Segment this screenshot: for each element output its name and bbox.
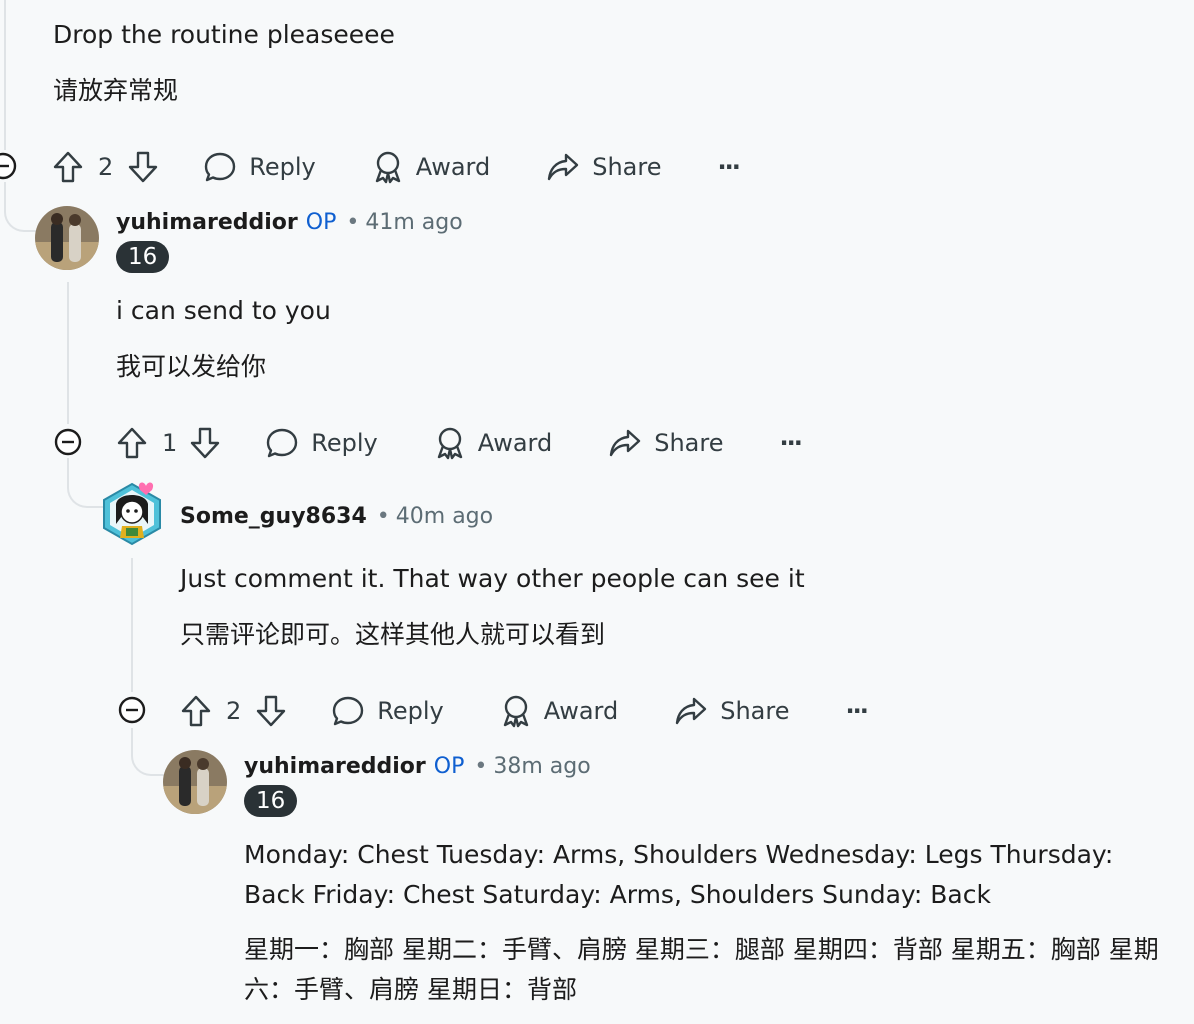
share-label: Share	[720, 697, 790, 725]
collapse-thread-icon[interactable]	[117, 695, 147, 725]
op-badge: OP	[433, 753, 465, 779]
upvote-icon	[53, 151, 83, 183]
share-icon	[548, 153, 579, 181]
award-button[interactable]: Award	[500, 694, 618, 728]
comment-translation-text: 我可以发给你	[116, 352, 267, 381]
reply-button[interactable]: Reply	[265, 426, 378, 460]
thread-line-level-2	[131, 558, 133, 692]
comment-translation-text: 星期一：胸部 星期二：手臂、肩膀 星期三：腿部 星期四：背部 星期五：胸部 星期…	[244, 935, 1159, 1004]
share-label: Share	[654, 429, 724, 457]
award-button[interactable]: Award	[434, 426, 552, 460]
award-label: Award	[543, 697, 619, 725]
share-button[interactable]: Share	[608, 426, 723, 460]
upvote-icon	[181, 695, 211, 727]
downvote-icon	[191, 427, 220, 459]
more-options-button[interactable]: ···	[717, 153, 740, 181]
share-label: Share	[592, 153, 662, 181]
award-icon	[503, 695, 528, 728]
comment-timestamp[interactable]: 38m ago	[493, 754, 590, 779]
comment-timestamp[interactable]: 40m ago	[396, 504, 493, 529]
upvote-button[interactable]	[116, 426, 148, 460]
comment-actions: 2 Reply Award Share ···	[180, 687, 869, 735]
chat-bubble-icon	[267, 428, 298, 458]
vote-score: 1	[162, 429, 178, 457]
vote-score: 2	[98, 153, 114, 181]
reply-label: Reply	[377, 697, 444, 725]
downvote-button[interactable]	[189, 426, 221, 460]
comment-body-text: Monday: Chest Tuesday: Arms, Shoulders W…	[244, 840, 1114, 909]
meta-separator: •	[376, 503, 390, 529]
collapse-thread-icon[interactable]	[53, 427, 83, 457]
reply-button[interactable]: Reply	[331, 694, 444, 728]
comment-body-text: Just comment it. That way other people c…	[180, 564, 805, 593]
snoo-avatar[interactable]	[98, 480, 162, 546]
comment-timestamp[interactable]: 41m ago	[365, 210, 462, 235]
comment-body-text: i can send to you	[116, 296, 331, 325]
downvote-button[interactable]	[255, 694, 287, 728]
comment-meta: yuhimareddior OP • 41m ago	[116, 207, 463, 237]
username-link[interactable]: yuhimareddior	[244, 754, 426, 779]
username-link[interactable]: yuhimareddior	[116, 210, 298, 235]
avatar[interactable]	[35, 206, 99, 270]
award-icon	[375, 151, 400, 184]
meta-separator: •	[346, 209, 360, 235]
collapse-thread-icon[interactable]	[0, 151, 18, 181]
meta-separator: •	[474, 753, 488, 779]
user-flair: 16	[244, 785, 298, 817]
downvote-icon	[129, 151, 158, 183]
chat-bubble-icon	[205, 152, 236, 182]
reply-button[interactable]: Reply	[203, 150, 316, 184]
award-button[interactable]: Award	[372, 150, 490, 184]
share-button[interactable]: Share	[546, 150, 661, 184]
reply-label: Reply	[311, 429, 378, 457]
comment-meta: Some_guy8634 • 40m ago	[180, 501, 493, 531]
avatar[interactable]	[163, 750, 227, 814]
vote-score: 2	[226, 697, 242, 725]
username-link[interactable]: Some_guy8634	[180, 504, 367, 529]
comment-body-text: Drop the routine pleaseeee	[53, 20, 395, 49]
award-label: Award	[477, 429, 553, 457]
award-icon	[437, 427, 462, 460]
downvote-icon	[257, 695, 286, 727]
reply-label: Reply	[249, 153, 316, 181]
upvote-icon	[117, 427, 147, 459]
thread-line-level-1	[67, 282, 69, 424]
more-options-button[interactable]: ···	[845, 697, 868, 725]
downvote-button[interactable]	[127, 150, 159, 184]
chat-bubble-icon	[333, 696, 364, 726]
thread-line-root	[4, 0, 6, 150]
comment-meta: yuhimareddior OP • 38m ago	[244, 751, 591, 781]
user-flair: 16	[116, 241, 170, 273]
more-options-button[interactable]: ···	[779, 429, 802, 457]
comment-translation-text: 只需评论即可。这样其他人就可以看到	[180, 620, 606, 649]
share-icon	[610, 429, 641, 457]
share-button[interactable]: Share	[674, 694, 789, 728]
op-badge: OP	[305, 209, 337, 235]
comment-translation-text: 请放弃常规	[53, 76, 179, 105]
upvote-button[interactable]	[52, 150, 84, 184]
share-icon	[676, 697, 707, 725]
comment-actions: 2 Reply Award Share ···	[52, 143, 741, 191]
award-label: Award	[415, 153, 491, 181]
comment-actions: 1 Reply Award Share ···	[116, 419, 803, 467]
upvote-button[interactable]	[180, 694, 212, 728]
